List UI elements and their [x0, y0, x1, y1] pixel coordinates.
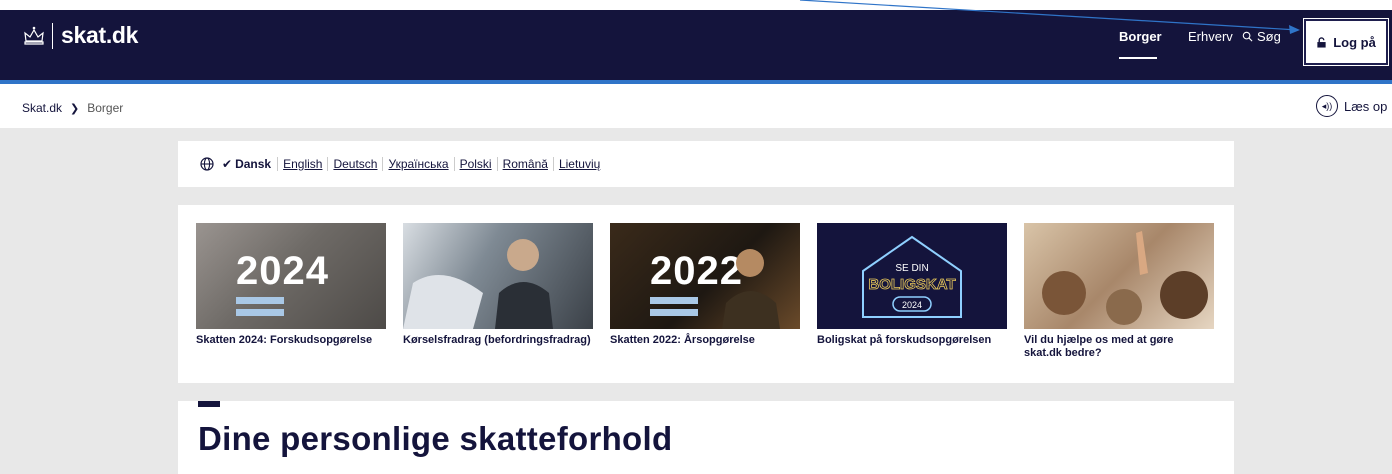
card-boligskat[interactable]: SE DIN BOLIGSKAT 2024 Boligskat på forsk… [817, 223, 1007, 347]
car-photo-icon [403, 239, 553, 329]
card-image: 2024 [196, 223, 386, 329]
card-caption: Kørselsfradrag (befordringsfradrag) [403, 334, 591, 346]
breadcrumb-current: Borger [87, 101, 124, 115]
language-lithuanian[interactable]: Lietuvių [552, 157, 605, 171]
language-ukrainian[interactable]: Українська [382, 157, 453, 171]
bolig-line2: BOLIGSKAT [868, 276, 955, 293]
person-photo-icon [722, 249, 780, 329]
card-arsopgorelse[interactable]: 2022 Skatten 2022: Årsopgørelse [610, 223, 800, 347]
speaker-icon: ◂)) [1316, 95, 1338, 117]
site-logo[interactable]: skat.dk [22, 22, 138, 49]
nav-borger[interactable]: Borger [1119, 29, 1162, 44]
card-image [403, 223, 593, 329]
language-english[interactable]: English [277, 157, 327, 171]
login-button[interactable]: Log på [1303, 18, 1389, 66]
breadcrumb-chevron-icon: ❯ [70, 102, 80, 115]
language-polish[interactable]: Polski [453, 157, 497, 171]
logo-separator [52, 22, 53, 49]
crown-icon [24, 26, 44, 45]
globe-icon [200, 157, 214, 171]
read-aloud-label: Læs op [1344, 98, 1388, 114]
breadcrumb-bar [0, 84, 1392, 128]
audience-photo-icon [1042, 231, 1208, 325]
login-label: Log på [1333, 34, 1376, 50]
read-aloud-button[interactable]: ◂)) Læs op [1316, 95, 1387, 117]
checkmark-icon: ✔ [222, 157, 233, 171]
site-header [0, 10, 1392, 80]
top-strip [0, 0, 1392, 10]
language-german[interactable]: Deutsch [327, 157, 382, 171]
card-caption: Skatten 2022: Årsopgørelse [610, 334, 755, 346]
page-title: Dine personlige skatteforhold [198, 420, 673, 457]
breadcrumb: Skat.dk ❯ Borger [22, 101, 123, 115]
card-image [1024, 223, 1214, 329]
title-accent [198, 401, 220, 407]
search-button[interactable]: Søg [1242, 29, 1281, 44]
language-selector: ✔ Dansk English Deutsch Українська Polsk… [178, 141, 1234, 187]
search-label: Søg [1257, 29, 1281, 44]
bolig-line1: SE DIN [895, 263, 928, 274]
logo-text: skat.dk [61, 22, 139, 48]
card-forskudsopgorelse[interactable]: 2024 Skatten 2024: Forskudsopgørelse [196, 223, 386, 347]
language-active-label: Dansk [235, 157, 272, 171]
breadcrumb-home[interactable]: Skat.dk [22, 101, 62, 115]
bolig-year: 2024 [902, 300, 922, 310]
card-caption: Vil du hjælpe os med at gøre skat.dk bed… [1024, 334, 1174, 359]
lock-icon [1317, 36, 1326, 48]
language-active: ✔ Dansk [222, 157, 277, 171]
card-feedback[interactable]: Vil du hjælpe os med at gøre skat.dk bed… [1024, 223, 1214, 360]
search-icon [1242, 31, 1253, 42]
nav-erhverv[interactable]: Erhverv [1188, 29, 1233, 44]
card-bar [236, 297, 284, 304]
card-korselsfradrag[interactable]: Kørselsfradrag (befordringsfradrag) [403, 223, 593, 347]
card-bar [236, 309, 284, 316]
card-year-overlay: 2024 [236, 249, 329, 293]
house-neon-icon: SE DIN BOLIGSKAT 2024 [862, 235, 962, 318]
card-caption: Skatten 2024: Forskudsopgørelse [196, 334, 373, 346]
featured-cards: 2024 Skatten 2024: Forskudsopgørelse Kør… [178, 205, 1234, 383]
card-image: 2022 [610, 223, 800, 329]
card-image: SE DIN BOLIGSKAT 2024 [817, 223, 1007, 329]
nav-active-underline [1119, 57, 1157, 59]
card-caption: Boligskat på forskudsopgørelsen [817, 334, 992, 346]
language-romanian[interactable]: Română [496, 157, 553, 171]
